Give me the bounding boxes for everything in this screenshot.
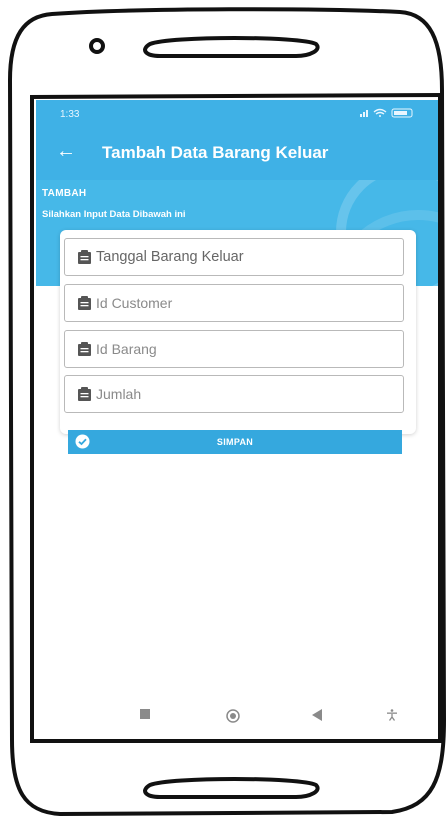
form-card: Tanggal Barang Keluar Id Customer Id Bar… [60, 230, 416, 434]
field-placeholder: Tanggal Barang Keluar [96, 249, 244, 265]
check-circle-icon [75, 434, 90, 449]
system-nav-bar [36, 698, 438, 738]
id-barang-field[interactable]: Id Barang [64, 330, 404, 368]
app-screen: 1:33 ← Tambah Data Barang Keluar TAMBAH … [36, 100, 438, 738]
status-bar: 1:33 [36, 100, 438, 128]
field-placeholder: Id Barang [96, 341, 157, 357]
clipboard-icon [78, 249, 91, 264]
app-bar: ← Tambah Data Barang Keluar [36, 128, 438, 180]
home-circle-icon[interactable] [226, 709, 240, 723]
accessibility-icon[interactable] [386, 709, 398, 721]
square-icon[interactable] [140, 709, 150, 719]
field-placeholder: Id Customer [96, 295, 173, 311]
arrow-left-icon[interactable]: ← [56, 140, 76, 163]
status-icons [360, 108, 416, 121]
clipboard-icon [78, 295, 91, 310]
tanggal-barang-keluar-field[interactable]: Tanggal Barang Keluar [64, 238, 404, 276]
section-heading: TAMBAH [42, 188, 87, 199]
field-placeholder: Jumlah [96, 386, 142, 402]
clipboard-icon [78, 341, 91, 356]
status-time: 1:33 [60, 109, 80, 120]
id-customer-field[interactable]: Id Customer [64, 284, 404, 322]
clipboard-icon [78, 386, 91, 401]
simpan-label: SIMPAN [216, 437, 254, 447]
section-subheading: Silahkan Input Data Dibawah ini [42, 209, 186, 220]
simpan-button[interactable]: SIMPAN [68, 430, 402, 454]
back-triangle-icon[interactable] [312, 709, 322, 721]
jumlah-field[interactable]: Jumlah [64, 375, 404, 413]
page-title: Tambah Data Barang Keluar [102, 143, 329, 162]
